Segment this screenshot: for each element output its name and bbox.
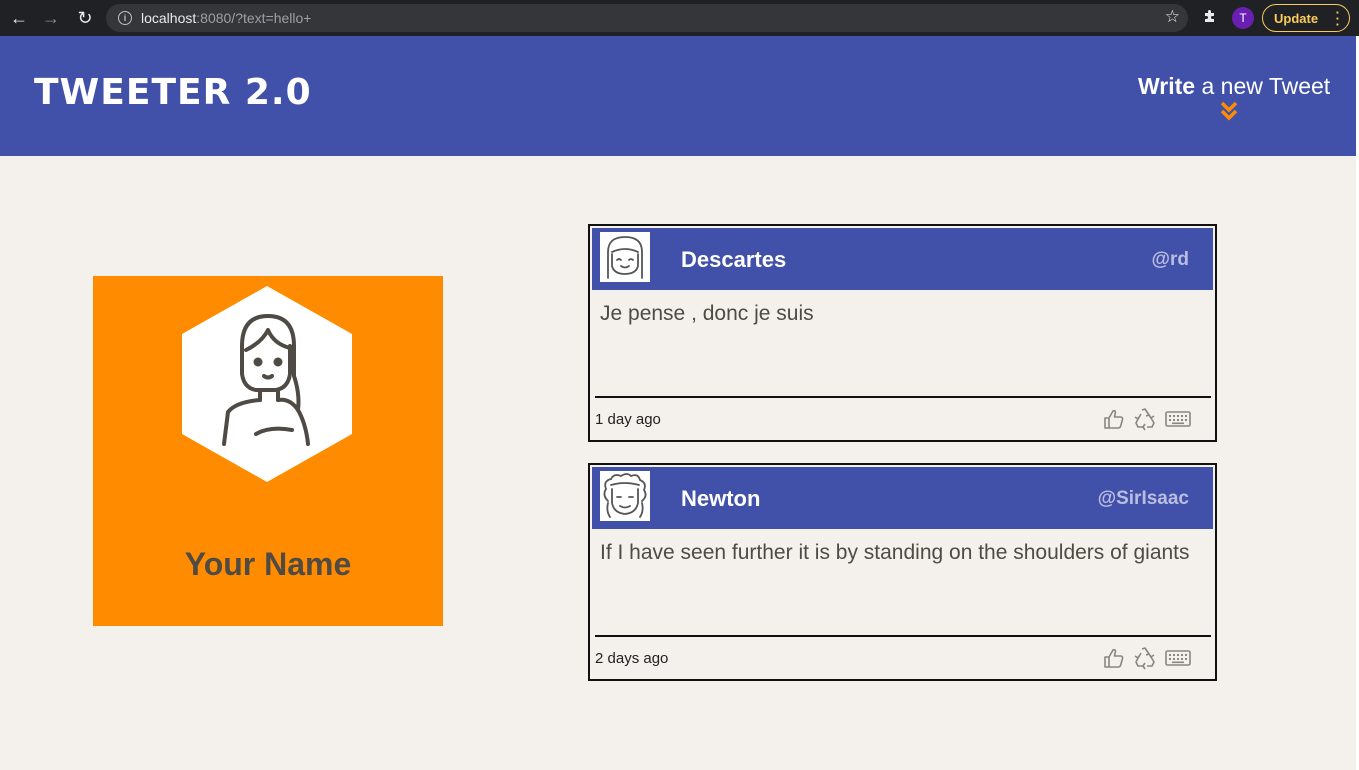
tweet-header: Newton @SirIsaac [592, 467, 1213, 529]
tweet-timestamp: 1 day ago [595, 411, 661, 428]
newton-avatar-icon [600, 471, 650, 521]
tweet-text: Je pense , donc je suis [600, 302, 814, 325]
bookmark-star-icon[interactable]: ☆ [1165, 7, 1180, 27]
tweet-actions [1103, 406, 1201, 432]
browser-toolbar: ← → ↻ i localhost:8080/?text=hello+ ☆ T … [0, 0, 1359, 36]
forward-icon[interactable]: → [40, 7, 62, 29]
keyboard-icon[interactable] [1165, 410, 1191, 428]
brand-logo[interactable]: TWEETER 2.0 [34, 72, 312, 113]
girl-avatar-icon [182, 286, 352, 482]
menu-dots-icon[interactable]: · · · [1336, 6, 1340, 31]
update-label: Update [1274, 10, 1319, 26]
tweet-card: Descartes @rd Je pense , donc je suis 1 … [588, 224, 1217, 442]
tweet-divider [595, 635, 1211, 637]
profile-card: Your Name [93, 276, 443, 626]
tweet-author-name: Newton [681, 486, 761, 511]
reload-icon[interactable]: ↻ [74, 7, 96, 29]
profile-avatar[interactable]: T [1232, 7, 1254, 29]
retweet-icon[interactable] [1133, 646, 1157, 670]
tweet-text: If I have seen further it is by standing… [600, 541, 1190, 564]
tweet-author-handle: @rd [1151, 249, 1189, 270]
keyboard-icon[interactable] [1165, 649, 1191, 667]
tweet-header: Descartes @rd [592, 228, 1213, 290]
extensions-icon[interactable] [1202, 8, 1218, 29]
double-chevron-down-icon[interactable] [1219, 100, 1239, 122]
tweet-timestamp: 2 days ago [595, 650, 669, 667]
back-icon[interactable]: ← [8, 7, 30, 29]
retweet-icon[interactable] [1133, 407, 1157, 431]
like-icon[interactable] [1103, 647, 1125, 669]
update-button[interactable]: Update · · · [1262, 4, 1350, 32]
tweet-divider [595, 396, 1211, 398]
url-host: localhost [141, 10, 197, 26]
site-info-icon[interactable]: i [118, 11, 132, 25]
tweet-actions [1103, 645, 1201, 671]
like-icon[interactable] [1103, 408, 1125, 430]
write-rest: a new Tweet [1195, 73, 1331, 99]
profile-name: Your Name [184, 546, 352, 582]
descartes-avatar-icon [600, 232, 650, 282]
tweet-card: Newton @SirIsaac If I have seen further … [588, 463, 1217, 681]
app-header: TWEETER 2.0 Write a new Tweet [0, 36, 1356, 156]
tweet-author-handle: @SirIsaac [1097, 488, 1189, 509]
address-bar[interactable]: i localhost:8080/?text=hello+ ☆ [106, 4, 1188, 32]
tweet-author-name: Descartes [681, 247, 787, 272]
write-bold: Write [1138, 73, 1196, 99]
write-tweet-toggle[interactable]: Write a new Tweet [1138, 73, 1330, 100]
url-path: :8080/?text=hello+ [196, 10, 312, 26]
